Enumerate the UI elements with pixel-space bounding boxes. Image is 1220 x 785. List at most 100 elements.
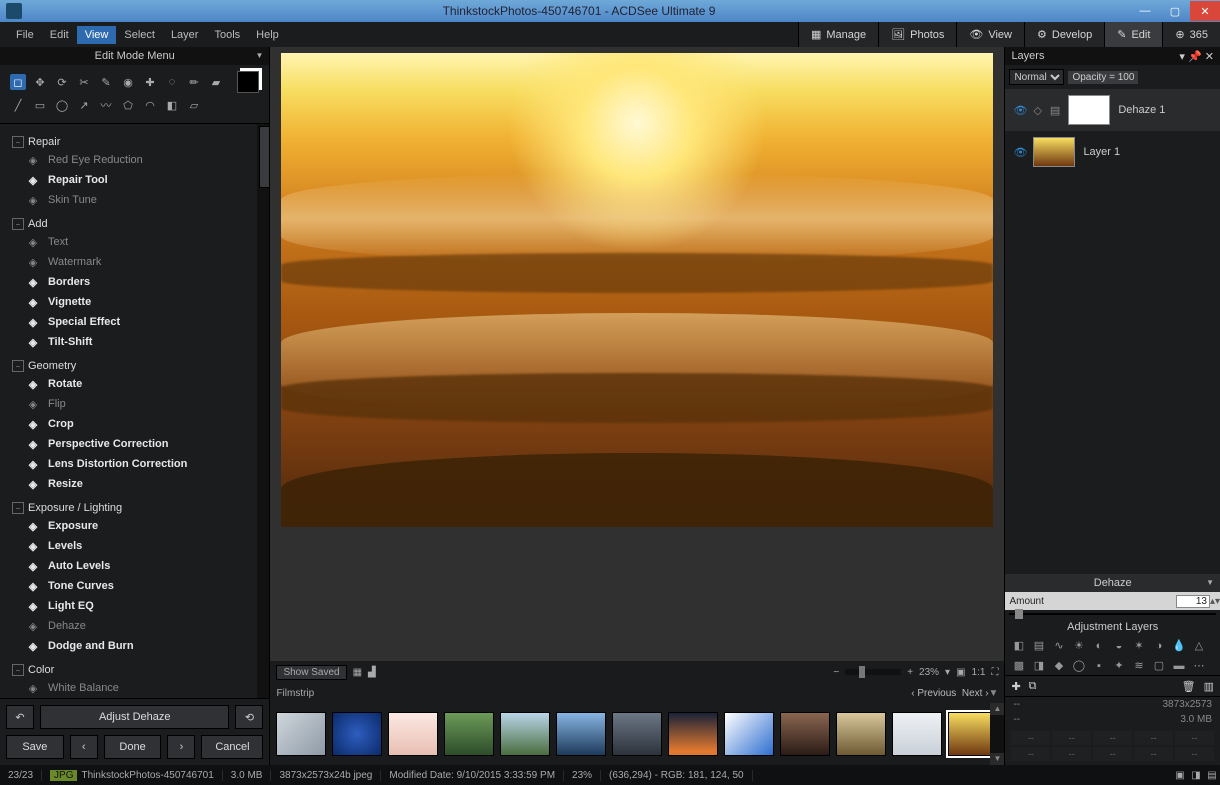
minimize-button[interactable]: —	[1130, 1, 1160, 21]
show-saved-button[interactable]: Show Saved	[276, 665, 346, 680]
histogram-icon[interactable]: ▟	[368, 667, 376, 678]
selection-tool-icon[interactable]: ◻	[10, 74, 26, 90]
close-button[interactable]: ✕	[1190, 1, 1220, 21]
tool-exposure[interactable]: ◈Exposure	[12, 516, 263, 536]
adj-dehaze-icon[interactable]: ≋	[1131, 658, 1146, 673]
menu-select[interactable]: Select	[116, 26, 163, 44]
fit-icon[interactable]: ▣	[956, 667, 965, 678]
cancel-button[interactable]: Cancel	[201, 735, 263, 759]
menu-file[interactable]: File	[8, 26, 42, 44]
visibility-icon[interactable]: 👁	[1013, 146, 1025, 158]
layer-name[interactable]: Layer 1	[1083, 146, 1120, 158]
section-color[interactable]: −Color	[12, 662, 263, 678]
layer-row[interactable]: 👁 Layer 1	[1005, 131, 1220, 173]
filmstrip-prev[interactable]: ‹ Previous	[911, 688, 956, 699]
tool-text[interactable]: ◈Text	[12, 232, 263, 252]
tool-light-eq[interactable]: ◈Light EQ	[12, 596, 263, 616]
edit-mode-menu-header[interactable]: Edit Mode Menu	[0, 47, 269, 65]
adj-grad-icon[interactable]: ▬	[1171, 658, 1186, 673]
tool-lens-distortion-correction[interactable]: ◈Lens Distortion Correction	[12, 454, 263, 474]
tool-rotate[interactable]: ◈Rotate	[12, 374, 263, 394]
zoom-dropdown-icon[interactable]: ▾	[945, 667, 950, 678]
filmstrip-thumb[interactable]	[836, 712, 886, 756]
left-scrollbar[interactable]	[257, 124, 269, 698]
move-tool-icon[interactable]: ✥	[32, 74, 48, 90]
filmstrip-thumb[interactable]	[388, 712, 438, 756]
eyedropper-tool-icon[interactable]: ✎	[98, 74, 114, 90]
filmstrip-thumb[interactable]	[500, 712, 550, 756]
tool-tilt-shift[interactable]: ◈Tilt-Shift	[12, 332, 263, 352]
tool-dodge-and-burn[interactable]: ◈Dodge and Burn	[12, 636, 263, 656]
filmstrip-scrollbar[interactable]: ▲▼	[990, 703, 1004, 765]
link-icon[interactable]: ◇	[1033, 104, 1041, 117]
crop-tool-icon[interactable]: ✂	[76, 74, 92, 90]
curve-tool-icon[interactable]: 〰	[98, 97, 114, 113]
status-icon-2[interactable]: ◨	[1188, 770, 1204, 781]
tool-watermark[interactable]: ◈Watermark	[12, 252, 263, 272]
opacity-field[interactable]: Opacity = 100	[1068, 71, 1138, 84]
adj-drop-icon[interactable]: 💧	[1171, 638, 1186, 653]
tool-dehaze[interactable]: ◈Dehaze	[12, 616, 263, 636]
mode-tab-view[interactable]: 👁View	[956, 22, 1024, 47]
mode-tab-manage[interactable]: ▦Manage	[798, 22, 878, 47]
rect-tool-icon[interactable]: ▭	[32, 97, 48, 113]
actual-icon[interactable]: 1:1	[972, 667, 986, 678]
maximize-button[interactable]: ▢	[1160, 1, 1190, 21]
tool-red-eye-reduction[interactable]: ◈Red Eye Reduction	[12, 150, 263, 170]
filmstrip-thumb[interactable]	[612, 712, 662, 756]
tool-repair-tool[interactable]: ◈Repair Tool	[12, 170, 263, 190]
adj-sharp-icon[interactable]: ◆	[1051, 658, 1066, 673]
done-button[interactable]: Done	[104, 735, 162, 759]
arrow-tool-icon[interactable]: ↗	[76, 97, 92, 113]
rotate-tool-icon[interactable]: ⟳	[54, 74, 70, 90]
mode-tab-develop[interactable]: ⚙Develop	[1024, 22, 1104, 47]
duplicate-layer-icon[interactable]: ⧉	[1029, 680, 1037, 693]
ellipse-tool-icon[interactable]: ◯	[54, 97, 70, 113]
layer-row[interactable]: 👁◇▤Dehaze 1	[1005, 89, 1220, 131]
panel-pin-icon[interactable]: 📌	[1188, 50, 1202, 63]
heal-tool-icon[interactable]: ✚	[142, 74, 158, 90]
line-tool-icon[interactable]: ╱	[10, 97, 26, 113]
section-repair[interactable]: −Repair	[12, 134, 263, 150]
tool-perspective-correction[interactable]: ◈Perspective Correction	[12, 434, 263, 454]
adj-clar-icon[interactable]: ✦	[1111, 658, 1126, 673]
filmstrip-thumb[interactable]	[276, 712, 326, 756]
panel-close-icon[interactable]: ✕	[1205, 50, 1214, 63]
status-icon-3[interactable]: ▤	[1204, 770, 1220, 781]
menu-edit[interactable]: Edit	[42, 26, 77, 44]
filmstrip-thumb[interactable]	[724, 712, 774, 756]
section-add[interactable]: −Add	[12, 216, 263, 232]
adj-blur-icon[interactable]: ◯	[1071, 658, 1086, 673]
amount-slider[interactable]	[1005, 610, 1220, 618]
adjust-dehaze-button[interactable]: Adjust Dehaze	[40, 705, 229, 729]
tool-levels[interactable]: ◈Levels	[12, 536, 263, 556]
redeye-tool-icon[interactable]: ◉	[120, 74, 136, 90]
canvas-area[interactable]	[270, 47, 1004, 661]
reset-icon[interactable]: ⟲	[235, 705, 263, 729]
tool-tone-curves[interactable]: ◈Tone Curves	[12, 576, 263, 596]
filmstrip-thumb[interactable]	[444, 712, 494, 756]
gradient-tool-icon[interactable]: ◧	[164, 97, 180, 113]
adj-vign-icon[interactable]: ▢	[1151, 658, 1166, 673]
undo-icon[interactable]: ↶	[6, 705, 34, 729]
adj-grain-icon[interactable]: ▩	[1011, 658, 1026, 673]
adj-noise-icon[interactable]: ▪	[1091, 658, 1106, 673]
brush-tool-icon[interactable]: ✏	[186, 74, 202, 90]
tool-vignette[interactable]: ◈Vignette	[12, 292, 263, 312]
layer-thumbnail[interactable]	[1033, 137, 1075, 167]
adj-color-icon[interactable]: ◒	[1111, 638, 1126, 653]
layer-name[interactable]: Dehaze 1	[1118, 104, 1165, 116]
menu-tools[interactable]: Tools	[206, 26, 248, 44]
mode-tab-365[interactable]: ⊕365	[1162, 22, 1220, 47]
zoom-slider[interactable]	[845, 669, 901, 675]
delete-layer-icon[interactable]: 🗑	[1182, 680, 1196, 693]
polygon-tool-icon[interactable]: ⬠	[120, 97, 136, 113]
tool-white-balance[interactable]: ◈White Balance	[12, 678, 263, 698]
section-geometry[interactable]: −Geometry	[12, 358, 263, 374]
fullscreen-icon[interactable]: ⛶	[991, 667, 998, 678]
tool-resize[interactable]: ◈Resize	[12, 474, 263, 494]
color-swatch[interactable]	[237, 71, 259, 93]
visibility-icon[interactable]: 👁	[1013, 104, 1025, 116]
menu-layer[interactable]: Layer	[163, 26, 207, 44]
fill-tool-icon[interactable]: ▰	[208, 74, 224, 90]
